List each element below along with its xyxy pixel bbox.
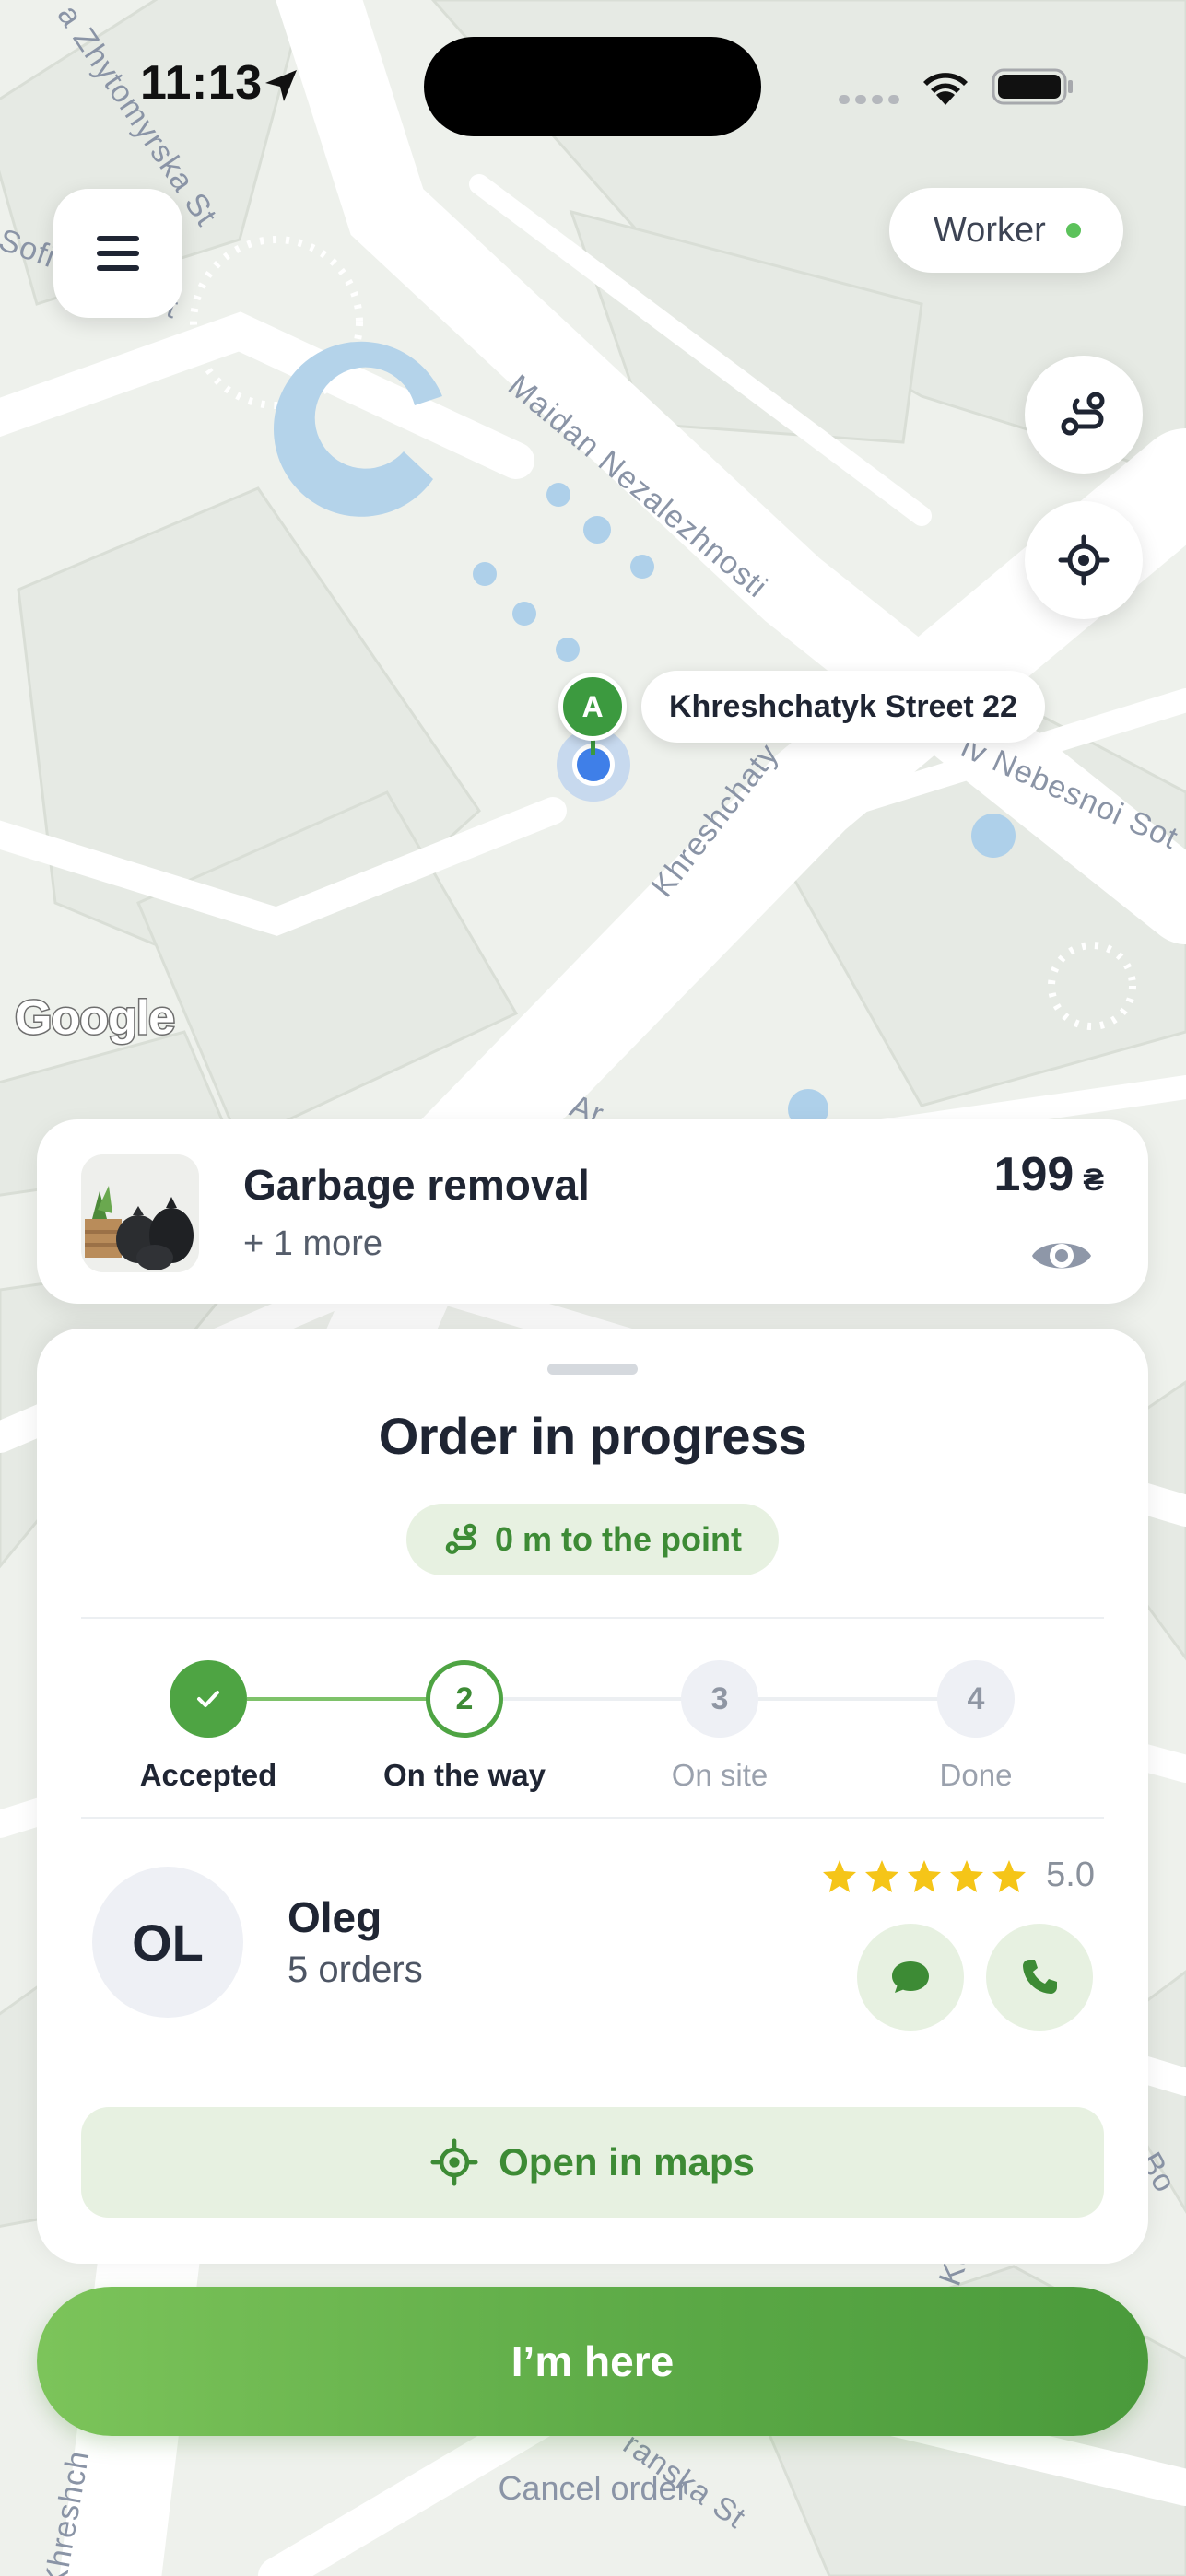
worker-avatar: OL (92, 1867, 243, 2018)
google-attribution: Google (13, 990, 176, 1047)
star-icon (950, 1859, 984, 1892)
step-label: On site (671, 1758, 769, 1792)
order-currency: ₴ (1083, 1163, 1104, 1198)
divider (81, 1617, 1104, 1619)
distance-chip: 0 m to the point (406, 1504, 779, 1575)
role-label: Worker (934, 210, 1046, 250)
address-tooltip[interactable]: Khreshchatyk Street 22 (641, 671, 1045, 743)
order-more-items: + 1 more (243, 1224, 383, 1263)
star-icon (823, 1859, 857, 1892)
call-button[interactable] (986, 1924, 1093, 2031)
open-in-maps-label: Open in maps (499, 2140, 755, 2184)
progress-stepper: Accepted 2 On the way 3 On site 4 Done (81, 1660, 1104, 1792)
star-icon (992, 1859, 1027, 1892)
im-here-button[interactable]: I’m here (37, 2287, 1148, 2436)
step-label: On the way (382, 1758, 546, 1792)
order-summary-card[interactable]: Garbage removal + 1 more 199 ₴ (37, 1119, 1148, 1304)
step-done: 4 Done (865, 1660, 1086, 1793)
star-icon (865, 1859, 899, 1892)
status-time: 11:13 (140, 56, 263, 110)
crosshair-icon (430, 2138, 478, 2186)
star-icon (908, 1859, 942, 1892)
chat-button[interactable] (857, 1924, 964, 2031)
battery-icon (992, 68, 1073, 105)
order-title: Garbage removal (243, 1161, 590, 1209)
order-price-value: 199 (993, 1148, 1074, 1201)
menu-button[interactable] (53, 189, 182, 318)
sheet-title: Order in progress (378, 1407, 807, 1465)
route-icon (1061, 392, 1105, 436)
step-on-site: 3 On site (609, 1660, 830, 1793)
rating-value: 5.0 (1046, 1856, 1095, 1894)
phone-icon (1023, 1960, 1057, 1994)
eye-icon[interactable] (1025, 1219, 1098, 1293)
dynamic-island (424, 37, 761, 136)
route-icon (445, 1523, 476, 1554)
step-label: Accepted (139, 1758, 277, 1792)
step-circle (170, 1660, 247, 1738)
garbage-bags-thumbnail (81, 1154, 199, 1272)
step-accepted: Accepted (98, 1660, 319, 1793)
crosshair-icon (1058, 534, 1110, 586)
my-location-button[interactable] (1025, 501, 1143, 619)
cancel-order-link[interactable]: Cancel order (0, 2469, 1186, 2508)
wifi-icon (923, 73, 968, 105)
check-icon (197, 1691, 219, 1707)
chat-bubble-icon (892, 1961, 929, 1993)
worker-orders-count: 5 orders (288, 1950, 423, 1990)
sheet-drag-handle[interactable] (547, 1364, 638, 1375)
open-in-maps-button[interactable]: Open in maps (81, 2107, 1104, 2218)
step-label: Done (939, 1758, 1013, 1792)
order-progress-sheet: Order in progress 0 m to the point Accep… (37, 1329, 1148, 2264)
location-arrow-icon (265, 70, 297, 101)
step-circle: 3 (681, 1660, 758, 1738)
role-status-pill[interactable]: Worker (889, 188, 1123, 273)
route-button[interactable] (1025, 356, 1143, 474)
step-circle: 2 (426, 1660, 503, 1738)
online-status-dot (1065, 223, 1081, 238)
divider (81, 1817, 1104, 1819)
hamburger-icon (97, 236, 139, 271)
order-price: 199 ₴ (994, 1147, 1104, 1202)
cellular-signal-icon (839, 95, 899, 104)
distance-text: 0 m to the point (495, 1520, 742, 1558)
step-circle: 4 (937, 1660, 1015, 1738)
destination-marker[interactable]: A (558, 673, 627, 741)
step-on-the-way: 2 On the way (354, 1660, 575, 1793)
worker-rating: 5.0 (821, 1856, 1095, 1895)
worker-name: Oleg (288, 1893, 382, 1941)
